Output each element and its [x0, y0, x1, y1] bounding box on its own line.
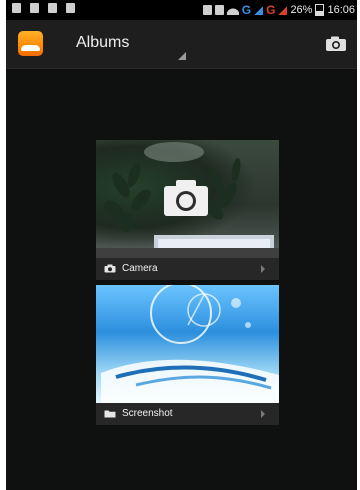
camera-icon[interactable]: [325, 36, 347, 52]
album-label-screenshot: Screenshot: [122, 408, 173, 419]
camera-thumbnail-image: [96, 142, 279, 258]
page-title[interactable]: Albums: [76, 34, 129, 52]
notification-icon: [30, 3, 39, 13]
wifi-icon: [226, 5, 239, 15]
folder-icon: [104, 410, 116, 418]
album-caption: Screenshot: [96, 403, 279, 425]
action-bar: Albums: [6, 20, 357, 69]
album-camera[interactable]: Camera: [96, 140, 279, 280]
chevron-right-icon: [261, 410, 265, 418]
album-thumbnail: [96, 285, 279, 403]
notification-icon: [12, 3, 21, 13]
phone-screen: G G 26% 16:06 Albums Camera Screenshot: [6, 0, 357, 490]
screenshot-thumbnail-image: [101, 285, 279, 403]
gallery-app-icon[interactable]: [18, 31, 43, 56]
album-caption: Camera: [96, 258, 279, 280]
vibrate-icon: [202, 5, 212, 15]
alarm-icon: [214, 5, 224, 15]
album-screenshot[interactable]: Screenshot: [96, 285, 279, 425]
clock: 16:06: [327, 4, 355, 16]
usb-icon: [66, 3, 75, 13]
signal-icon: [254, 5, 264, 15]
network-type-1: G: [241, 3, 252, 17]
battery-percent: 26%: [290, 4, 313, 16]
network-type-2: G: [266, 3, 276, 17]
battery-icon: [315, 4, 325, 16]
notification-icon: [48, 3, 57, 13]
dropdown-indicator-icon[interactable]: [178, 52, 186, 60]
signal-icon: [278, 5, 288, 15]
status-bar: G G 26% 16:06: [6, 0, 357, 20]
system-icons: G G 26% 16:06: [202, 3, 355, 17]
album-label-camera: Camera: [122, 263, 158, 274]
camera-icon: [104, 264, 116, 273]
album-thumbnail: [96, 140, 279, 258]
notification-icons: [12, 3, 75, 13]
chevron-right-icon: [261, 265, 265, 273]
